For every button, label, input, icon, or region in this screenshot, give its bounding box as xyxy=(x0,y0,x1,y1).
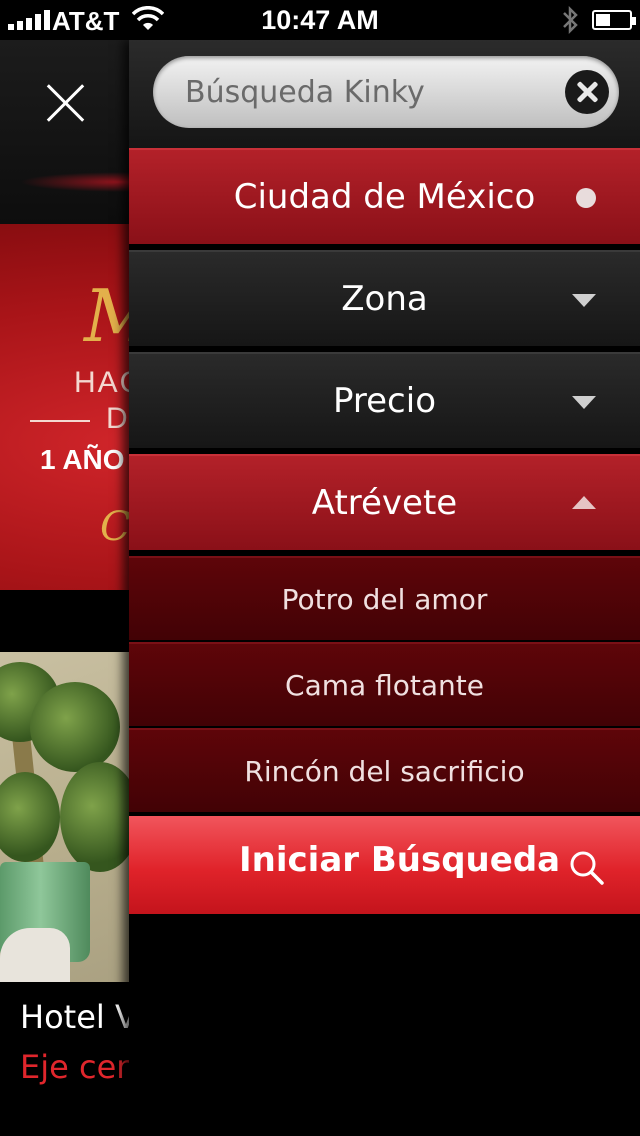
chevron-down-icon xyxy=(572,294,596,307)
dare-option[interactable]: Rincón del sacrificio xyxy=(129,728,640,812)
dare-option[interactable]: Cama flotante xyxy=(129,642,640,726)
bluetooth-icon xyxy=(563,6,578,34)
dare-label: Atrévete xyxy=(311,483,458,523)
chevron-down-icon xyxy=(572,396,596,409)
search-icon xyxy=(570,851,604,885)
search-input[interactable] xyxy=(185,56,555,128)
hotel-name: Hotel V xyxy=(20,998,137,1036)
clock: 10:47 AM xyxy=(261,5,379,35)
dare-option-label: Potro del amor xyxy=(281,582,488,616)
zone-label: Zona xyxy=(341,279,428,319)
chevron-up-icon xyxy=(572,496,596,509)
city-label: Ciudad de México xyxy=(233,177,536,217)
dare-option-label: Cama flotante xyxy=(285,668,484,702)
close-icon[interactable] xyxy=(40,80,90,130)
clear-search-icon[interactable] xyxy=(565,70,609,114)
price-label: Precio xyxy=(333,381,436,421)
start-search-label: Iniciar Búsqueda xyxy=(239,840,561,880)
filter-side-menu: Ciudad de México Zona Precio Atrévete Po… xyxy=(129,40,640,1104)
dot-icon xyxy=(576,188,596,208)
battery-icon xyxy=(592,10,636,30)
hotel-address: Eje cen xyxy=(20,1048,137,1086)
price-dropdown[interactable]: Precio xyxy=(129,352,640,448)
search-field-container xyxy=(153,56,619,128)
dare-dropdown[interactable]: Atrévete xyxy=(129,454,640,550)
dare-option[interactable]: Potro del amor xyxy=(129,556,640,640)
status-bar: AT&T 10:47 AM xyxy=(0,0,640,40)
promo-line-3: 1 AÑO xyxy=(40,444,125,475)
start-search-button[interactable]: Iniciar Búsqueda xyxy=(129,816,640,914)
zone-dropdown[interactable]: Zona xyxy=(129,250,640,346)
promo-signature: C xyxy=(100,504,131,550)
search-bar xyxy=(129,40,640,148)
city-selector[interactable]: Ciudad de México xyxy=(129,148,640,244)
dare-option-label: Rincón del sacrificio xyxy=(244,754,525,788)
promo-divider xyxy=(30,420,90,422)
